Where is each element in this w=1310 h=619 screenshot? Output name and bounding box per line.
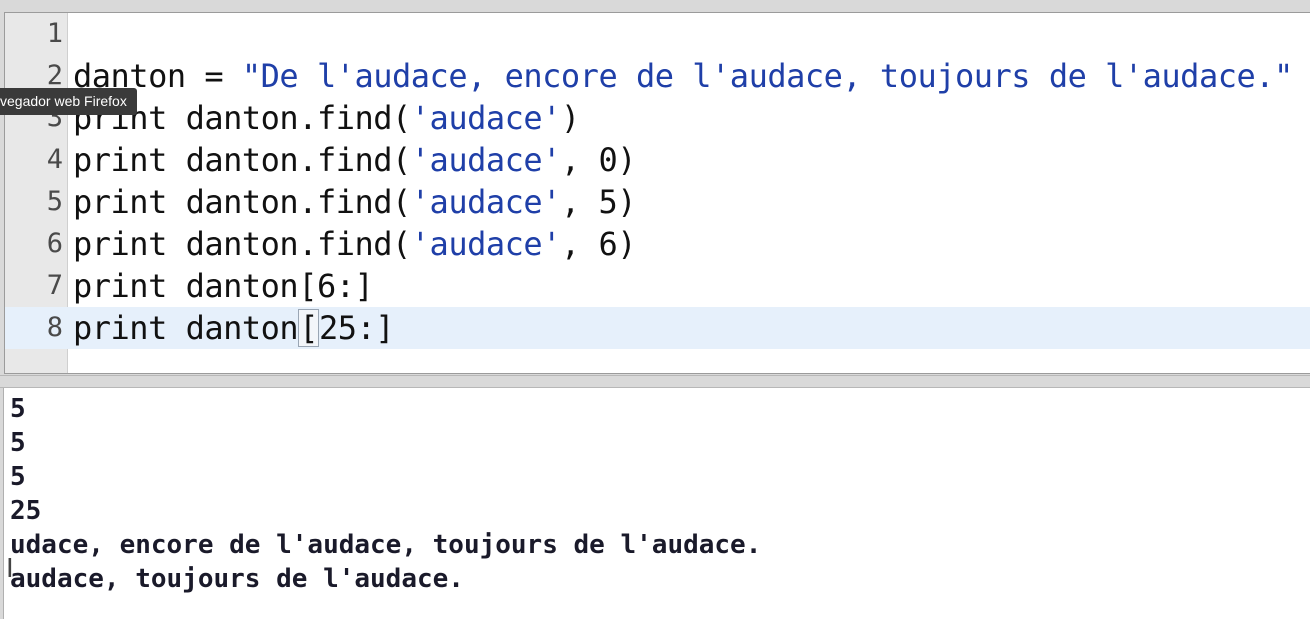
code-token: , 5) [560, 183, 637, 221]
code-token: 25:] [318, 309, 395, 347]
code-text[interactable]: print danton[6:] [73, 265, 374, 307]
code-text[interactable]: print danton.find('audace', 0) [73, 139, 636, 181]
split-pane-divider[interactable] [0, 375, 1310, 388]
output-line: udace, encore de l'audace, toujours de l… [10, 530, 762, 560]
line-number: 5 [46, 186, 63, 217]
code-token: print danton.find( [73, 183, 411, 221]
code-line[interactable]: 7 print danton[6:] [5, 265, 1310, 307]
line-number: 4 [46, 144, 63, 175]
string-literal: 'audace' [410, 183, 562, 221]
code-line[interactable]: 1 [5, 13, 1310, 55]
code-token: print danton.find( [73, 141, 411, 179]
tooltip: vegador web Firefox [0, 88, 137, 115]
matched-bracket: [ [298, 309, 319, 347]
code-line[interactable]: 6 print danton.find('audace', 6) [5, 223, 1310, 265]
code-token: print danton [73, 309, 299, 347]
output-line: 5 [10, 462, 26, 492]
code-token: , 6) [560, 225, 637, 263]
code-token: print danton[6:] [73, 267, 374, 305]
code-line[interactable]: 2 danton = "De l'audace, encore de l'auda… [5, 55, 1310, 97]
output-line: 5 [10, 394, 26, 424]
output-line: 5 [10, 428, 26, 458]
code-line[interactable]: 4 print danton.find('audace', 0) [5, 139, 1310, 181]
code-token: print danton.find( [73, 225, 411, 263]
line-number: 1 [46, 18, 63, 49]
string-literal: "De l'audace, encore de l'audace, toujou… [241, 57, 1293, 95]
code-token: , 0) [560, 141, 637, 179]
code-text[interactable]: danton = "De l'audace, encore de l'audac… [73, 55, 1293, 97]
code-line[interactable]: 8 print danton[25:] [5, 307, 1310, 349]
string-literal: 'audace' [410, 225, 562, 263]
code-line[interactable]: 5 print danton.find('audace', 5) [5, 181, 1310, 223]
code-text[interactable]: print danton.find('audace', 5) [73, 181, 636, 223]
string-literal: 'audace' [410, 141, 562, 179]
line-number: 7 [46, 270, 63, 301]
output-line: 25 [10, 496, 42, 526]
line-number: 8 [46, 312, 63, 343]
code-text[interactable]: print danton.find('audace', 6) [73, 223, 636, 265]
code-token: ) [560, 99, 580, 137]
code-line[interactable]: 3 print danton.find('audace') [5, 97, 1310, 139]
screen: 1 2 danton = "De l'audace, encore de l'aud… [0, 0, 1310, 619]
string-literal: 'audace' [410, 99, 562, 137]
code-text[interactable]: print danton.find('audace') [73, 97, 580, 139]
output-console[interactable]: I 5 5 5 25 udace, encore de l'audace, toujou… [3, 388, 1310, 619]
code-text[interactable]: print danton[25:] [73, 307, 395, 349]
output-line: audace, toujours de l'audace. [10, 564, 464, 594]
line-number: 6 [46, 228, 63, 259]
code-editor[interactable]: 1 2 danton = "De l'audace, encore de l'aud… [4, 12, 1310, 374]
